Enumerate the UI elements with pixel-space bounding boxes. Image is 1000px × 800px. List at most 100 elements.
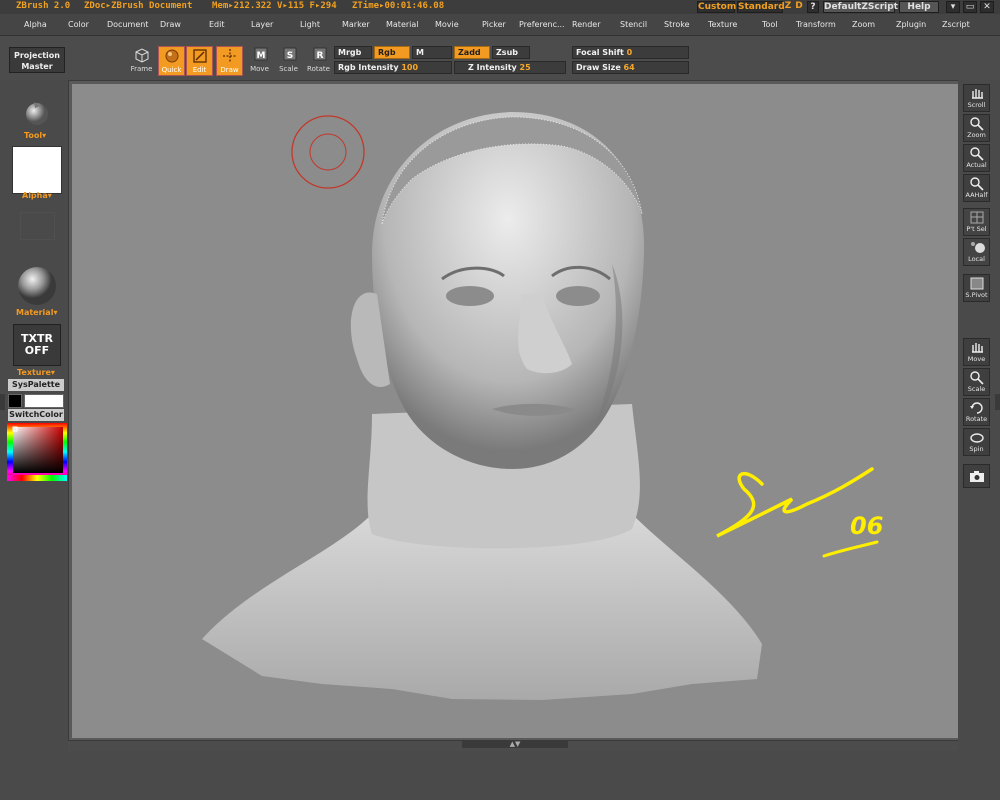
scale-view-button[interactable]: Scale xyxy=(963,368,990,396)
projection-master-button[interactable]: Projection Master xyxy=(9,47,65,73)
tool-icon[interactable] xyxy=(22,96,52,128)
material-sphere-icon[interactable] xyxy=(17,265,57,307)
menu-light[interactable]: Light xyxy=(300,20,320,29)
local-label: Local xyxy=(968,255,985,263)
draw-label: Draw xyxy=(220,66,239,74)
close-icon[interactable]: ✕ xyxy=(980,1,994,13)
menu-picker[interactable]: Picker xyxy=(482,20,506,29)
move-view-button[interactable]: Move xyxy=(963,338,990,366)
svg-text:S: S xyxy=(286,51,292,61)
tool-label[interactable]: Tool▾ xyxy=(24,131,46,140)
question-button[interactable]: ? xyxy=(807,1,819,13)
ztime-readout: ZTime▸00:01:46.08 xyxy=(352,1,445,11)
edit-label: Edit xyxy=(192,66,207,74)
z-intensity-slider[interactable]: Z Intensity 25 xyxy=(454,61,566,74)
menu-edit[interactable]: Edit xyxy=(209,20,225,29)
frame-button[interactable]: Frame xyxy=(128,46,155,76)
menu-material[interactable]: Material xyxy=(386,20,419,29)
aahalf-button[interactable]: AAHalf xyxy=(963,174,990,202)
menu-draw[interactable]: Draw xyxy=(160,20,181,29)
menu-layer[interactable]: Layer xyxy=(251,20,273,29)
memory-stats: Mem▸212.322 V▸115 F▸294 xyxy=(212,1,337,11)
scale-button[interactable]: S Scale xyxy=(275,46,302,76)
menu-stencil[interactable]: Stencil xyxy=(620,20,647,29)
bottom-collapse-handle[interactable]: ▲▼ xyxy=(462,741,568,748)
menu-color[interactable]: Color xyxy=(68,20,89,29)
texture-off-swatch[interactable]: TXTR OFF xyxy=(13,324,61,366)
spivot-button[interactable]: S.Pivot xyxy=(963,274,990,302)
document-canvas[interactable]: 06 xyxy=(72,84,958,738)
standard-ui-button[interactable]: Standard xyxy=(737,1,785,13)
menu-zplugin[interactable]: Zplugin xyxy=(896,20,926,29)
main-color-swatch[interactable] xyxy=(8,394,22,408)
scroll-button[interactable]: Scroll xyxy=(963,84,990,112)
material-label[interactable]: Material▾ xyxy=(16,308,57,317)
frame-label: Frame xyxy=(130,65,153,73)
zadd-button[interactable]: Zadd xyxy=(454,46,490,59)
minimize-icon[interactable]: ▾ xyxy=(946,1,960,13)
z-button[interactable]: Z xyxy=(783,1,793,13)
menu-tool[interactable]: Tool xyxy=(762,20,778,29)
menu-marker[interactable]: Marker xyxy=(342,20,370,29)
right-collapse-handle[interactable] xyxy=(995,394,1000,410)
d-button[interactable]: D xyxy=(794,1,804,13)
rgb-intensity-slider[interactable]: Rgb Intensity 100 xyxy=(334,61,452,74)
signature-number: 06 xyxy=(850,512,883,540)
move-button[interactable]: M Move xyxy=(246,46,273,76)
rgb-button[interactable]: Rgb xyxy=(374,46,410,59)
actual-button[interactable]: Actual xyxy=(963,144,990,172)
rotate-icon: R xyxy=(313,47,326,61)
m-button[interactable]: M xyxy=(412,46,452,59)
default-zscript-button[interactable]: DefaultZScript xyxy=(823,1,898,13)
ptsel-button[interactable]: P't Sel xyxy=(963,208,990,236)
edit-button[interactable]: Edit xyxy=(186,46,213,76)
quick-button[interactable]: Quick xyxy=(158,46,185,76)
local-button[interactable]: Local xyxy=(963,238,990,266)
help-button[interactable]: Help xyxy=(899,1,939,13)
frame-icon xyxy=(135,48,148,63)
menu-movie[interactable]: Movie xyxy=(435,20,459,29)
focal-shift-slider[interactable]: Focal Shift 0 xyxy=(572,46,689,59)
menu-zscript[interactable]: Zscript xyxy=(942,20,970,29)
snapshot-button[interactable] xyxy=(963,464,990,488)
left-collapse-handle[interactable] xyxy=(0,394,5,410)
rotate-button[interactable]: R Rotate xyxy=(305,46,332,76)
bottom-tray: ▲▼ xyxy=(68,741,961,751)
zoom-button[interactable]: Zoom xyxy=(963,114,990,142)
zsub-button[interactable]: Zsub xyxy=(492,46,530,59)
aahalf-label: AAHalf xyxy=(965,191,988,199)
menu-texture[interactable]: Texture xyxy=(708,20,737,29)
menu-stroke[interactable]: Stroke xyxy=(664,20,690,29)
menu-alpha[interactable]: Alpha xyxy=(24,20,47,29)
move-view-label: Move xyxy=(967,355,986,363)
draw-size-slider[interactable]: Draw Size 64 xyxy=(572,61,689,74)
spin-button[interactable]: Spin xyxy=(963,428,990,456)
edit-icon xyxy=(192,49,207,63)
rotate-arrows-icon xyxy=(969,402,983,414)
syspalette-button[interactable]: SysPalette xyxy=(8,379,64,391)
spin-icon xyxy=(969,433,984,443)
alpha-swatch[interactable] xyxy=(12,146,62,194)
menu-zoom[interactable]: Zoom xyxy=(852,20,875,29)
secondary-color-swatch[interactable] xyxy=(24,394,64,408)
signature-scribble xyxy=(716,467,874,538)
switchcolor-button[interactable]: SwitchColor xyxy=(8,409,64,421)
spivot-icon xyxy=(970,277,983,290)
camera-icon xyxy=(969,471,984,482)
rotate-view-button[interactable]: Rotate xyxy=(963,398,990,426)
menu-render[interactable]: Render xyxy=(572,20,600,29)
color-picker[interactable] xyxy=(7,423,67,481)
alpha-label[interactable]: Alpha▾ xyxy=(22,191,52,200)
menu-preferences[interactable]: Preferenc... xyxy=(519,20,565,29)
scale-icon: S xyxy=(283,47,296,61)
focal-shift-value: 0 xyxy=(626,48,633,57)
menu-document[interactable]: Document xyxy=(107,20,148,29)
texture-label[interactable]: Texture▾ xyxy=(17,368,55,377)
focal-shift-label: Focal Shift xyxy=(576,48,624,57)
mrgb-button[interactable]: Mrgb xyxy=(334,46,372,59)
custom-ui-button[interactable]: Custom xyxy=(697,1,736,13)
restore-icon[interactable]: ▭ xyxy=(963,1,977,13)
sculpt-view[interactable]: 06 xyxy=(72,84,958,738)
draw-button[interactable]: Draw xyxy=(216,46,243,76)
menu-transform[interactable]: Transform xyxy=(796,20,836,29)
